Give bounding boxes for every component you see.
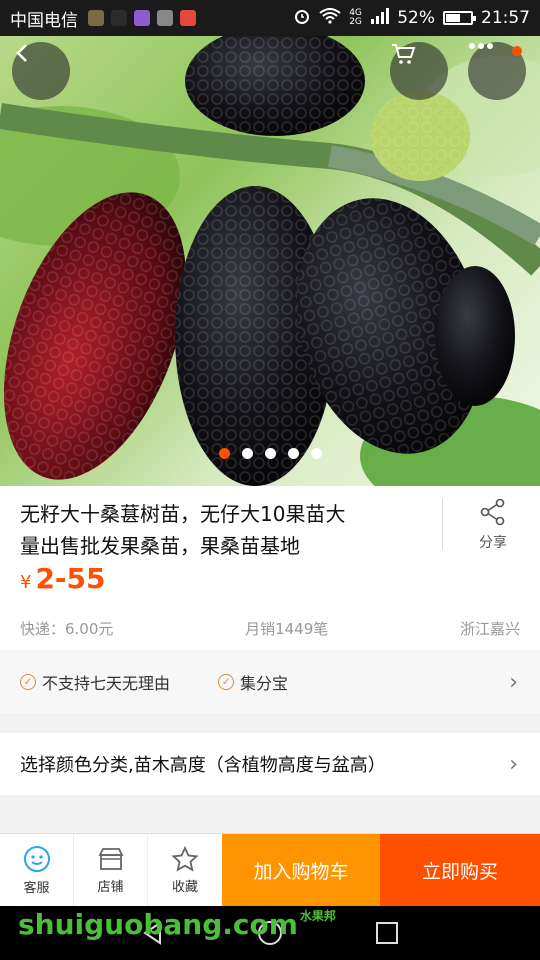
nav-recents-icon[interactable] bbox=[374, 920, 400, 946]
product-meta: 快递：6.00元 月销1449笔 浙江嘉兴 bbox=[0, 618, 540, 639]
spec-selector-row[interactable]: 选择颜色分类,苗木高度（含植物高度与盆高） › bbox=[0, 733, 540, 795]
notification-dot bbox=[512, 46, 522, 56]
star-icon bbox=[171, 845, 199, 872]
product-title: 无籽大十桑葚树苗，无仔大10果苗大 量出售批发果桑苗，果桑苗基地 bbox=[20, 498, 420, 562]
mulberry-product-photo bbox=[0, 36, 540, 486]
bottom-action-bar: 客服 店铺 收藏 加入购物车 立即购买 bbox=[0, 833, 540, 906]
qq-icon bbox=[111, 10, 127, 26]
gallery-dot[interactable] bbox=[310, 448, 322, 459]
network-type-label: 4G 2G bbox=[349, 8, 362, 27]
title-line-1: 无籽大十桑葚树苗，无仔大10果苗大 bbox=[20, 502, 346, 526]
spec-selector-label: 选择颜色分类,苗木高度（含植物高度与盆高） bbox=[20, 755, 386, 776]
service-guarantees-row[interactable]: ✓ 不支持七天无理由 ✓ 集分宝 › bbox=[0, 651, 540, 713]
gallery-dot[interactable] bbox=[218, 448, 230, 459]
clock: 21:57 bbox=[481, 8, 530, 28]
check-circle-icon: ✓ bbox=[20, 674, 36, 690]
share-label: 分享 bbox=[479, 535, 507, 551]
title-line-2: 量出售批发果桑苗，果桑苗基地 bbox=[20, 534, 300, 558]
app-notification-icon-1 bbox=[88, 10, 104, 26]
back-button[interactable] bbox=[12, 42, 70, 100]
cart-button[interactable] bbox=[390, 42, 448, 100]
gallery-dot[interactable] bbox=[241, 448, 253, 459]
signal-icon bbox=[371, 7, 390, 29]
product-price: ¥2-55 bbox=[20, 562, 106, 595]
customer-service-button[interactable]: 客服 bbox=[0, 834, 74, 906]
gallery-app-icon bbox=[134, 10, 150, 26]
chevron-right-icon: › bbox=[509, 669, 518, 695]
check-circle-icon: ✓ bbox=[218, 674, 235, 690]
service-item-points: ✓ 集分宝 bbox=[218, 670, 288, 694]
chat-face-icon bbox=[23, 845, 50, 872]
add-to-cart-button[interactable]: 加入购物车 bbox=[222, 834, 380, 906]
store-icon bbox=[98, 847, 123, 870]
product-info-card: 无籽大十桑葚树苗，无仔大10果苗大 量出售批发果桑苗，果桑苗基地 分享 ¥2-5… bbox=[0, 486, 540, 650]
divider bbox=[442, 498, 443, 550]
favorite-button[interactable]: 收藏 bbox=[148, 834, 222, 906]
currency-symbol: ¥ bbox=[20, 572, 32, 593]
gallery-pagination bbox=[0, 448, 540, 459]
more-dots-icon bbox=[469, 43, 493, 49]
chevron-right-icon: › bbox=[509, 751, 518, 777]
gallery-dot[interactable] bbox=[287, 448, 299, 459]
battery-icon bbox=[443, 11, 476, 25]
buy-now-button[interactable]: 立即购买 bbox=[380, 834, 540, 906]
price-value: 2-55 bbox=[35, 562, 106, 595]
gallery-dot[interactable] bbox=[264, 448, 276, 459]
status-bar: 中国电信 4G 2G 52% 21:57 bbox=[0, 0, 540, 36]
share-icon bbox=[480, 498, 505, 526]
shopping-cart-icon bbox=[392, 44, 416, 64]
service-item-no-return: ✓ 不支持七天无理由 bbox=[20, 670, 170, 694]
monthly-sales: 月销1449笔 bbox=[245, 620, 329, 638]
alarm-icon bbox=[293, 7, 311, 30]
watermark: shuiguobang.com 水果邦 bbox=[18, 908, 336, 941]
shop-button[interactable]: 店铺 bbox=[74, 834, 148, 906]
carrier-label: 中国电信 bbox=[10, 10, 78, 31]
share-button[interactable]: 分享 bbox=[460, 498, 526, 552]
chevron-left-icon bbox=[16, 44, 27, 62]
app-notification-icon-4 bbox=[157, 10, 173, 26]
ship-from-location: 浙江嘉兴 bbox=[459, 620, 520, 638]
app-notification-icon-5 bbox=[180, 10, 196, 26]
shipping-fee: 快递：6.00元 bbox=[20, 620, 114, 638]
product-image-gallery[interactable] bbox=[0, 36, 540, 486]
battery-percent: 52% bbox=[397, 8, 435, 28]
wifi-icon bbox=[319, 7, 341, 29]
